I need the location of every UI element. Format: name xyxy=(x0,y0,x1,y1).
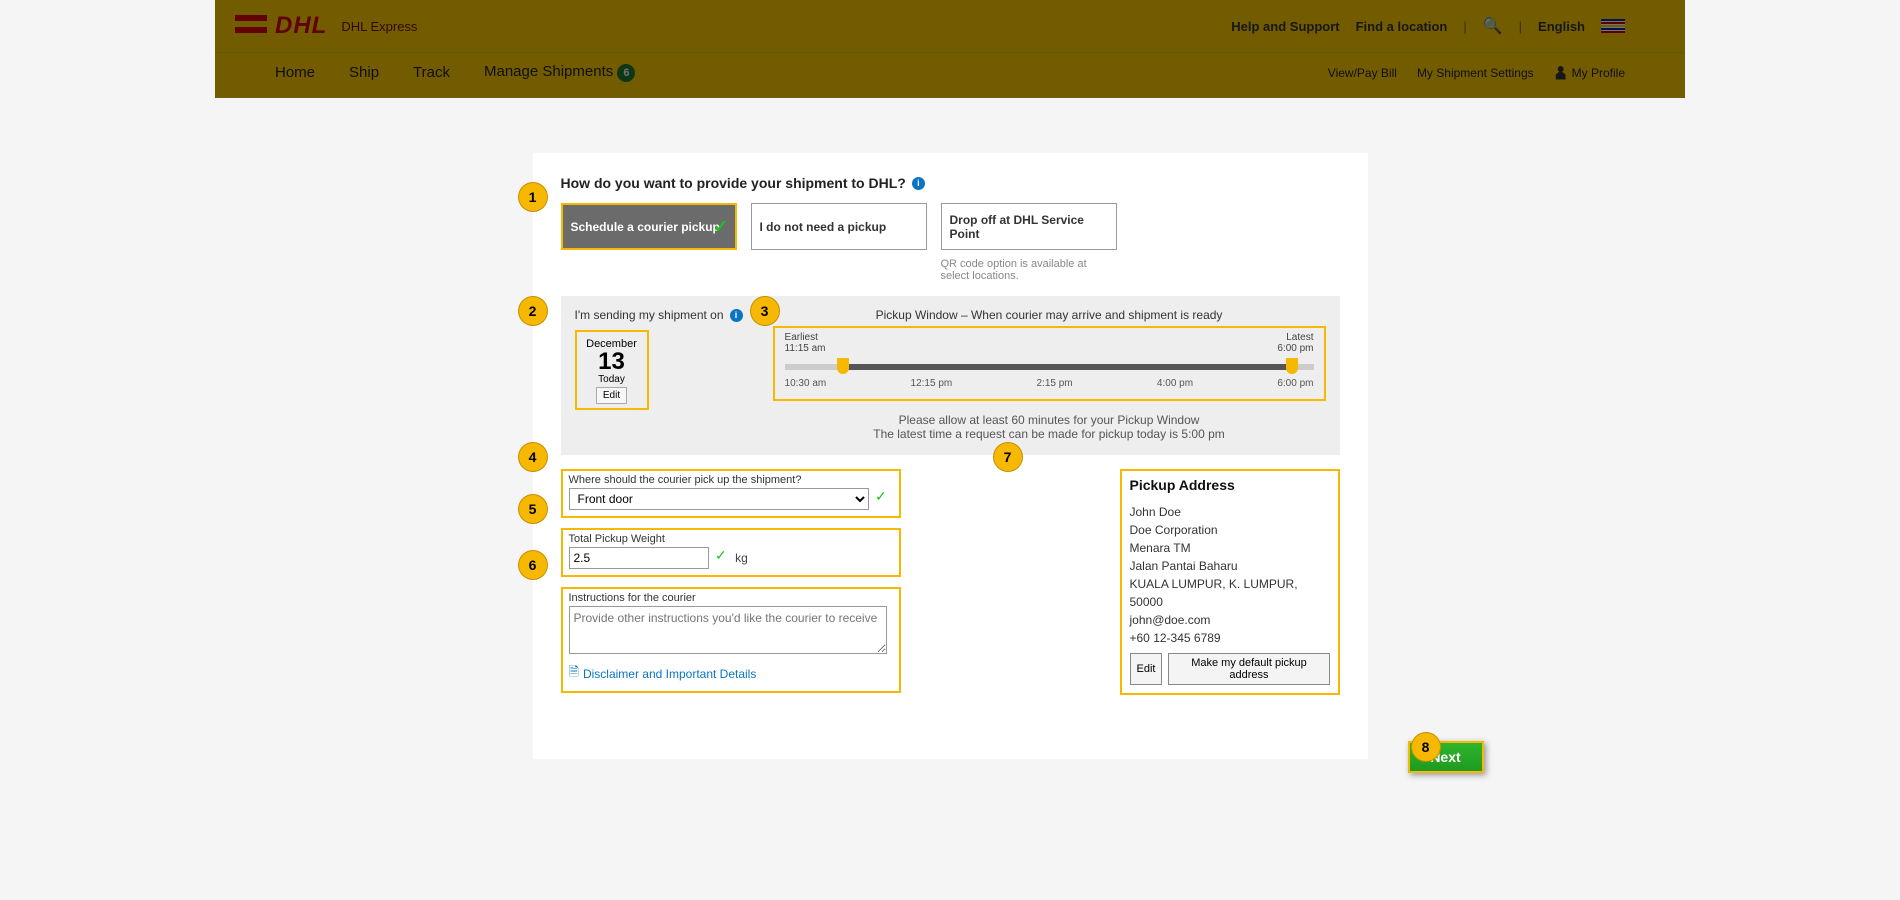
tick-label: 10:30 am xyxy=(785,378,827,389)
disclaimer-link[interactable]: 🗎 Disclaimer and Important Details xyxy=(569,663,757,685)
pickup-date: December 13 Today Edit xyxy=(575,330,649,410)
option-dropoff[interactable]: Drop off at DHL Service Point xyxy=(941,203,1117,250)
check-icon: ✓ xyxy=(715,547,727,563)
option-schedule-label: Schedule a courier pickup xyxy=(571,220,720,234)
weight-input[interactable] xyxy=(569,547,709,569)
date-label: I'm sending my shipment on xyxy=(575,308,724,322)
tick-label: 2:15 pm xyxy=(1037,378,1073,389)
option-no-pickup[interactable]: I do not need a pickup xyxy=(751,203,927,250)
tick-label: 6:00 pm xyxy=(1277,378,1313,389)
tick-label: 12:15 pm xyxy=(911,378,953,389)
document-icon: 🗎 xyxy=(569,663,579,685)
modal-title: How do you want to provide your shipment… xyxy=(561,175,906,191)
callout-8: 8 xyxy=(1412,733,1440,761)
callout-1: 1 xyxy=(519,183,547,211)
callout-5: 5 xyxy=(519,495,547,523)
option-schedule-pickup[interactable]: Schedule a courier pickup ✓ xyxy=(561,203,737,250)
instructions-input[interactable] xyxy=(569,606,887,654)
date-today: Today xyxy=(581,374,643,385)
latest-label: Latest xyxy=(1277,332,1313,343)
addr-building: Menara TM xyxy=(1130,539,1330,557)
pickup-location-select[interactable]: Front door xyxy=(569,488,869,510)
date-edit-button[interactable]: Edit xyxy=(596,387,627,404)
addr-name: John Doe xyxy=(1130,503,1330,521)
addr-citystate: KUALA LUMPUR, K. LUMPUR, 50000 xyxy=(1130,575,1330,611)
tick-label: 4:00 pm xyxy=(1157,378,1193,389)
address-edit-button[interactable]: Edit xyxy=(1130,653,1163,685)
addr-company: Doe Corporation xyxy=(1130,521,1330,539)
callout-6: 6 xyxy=(519,551,547,579)
pickup-location-label: Where should the courier pick up the shi… xyxy=(569,474,893,486)
callout-3: 3 xyxy=(751,297,779,325)
pickup-modal: How do you want to provide your shipment… xyxy=(533,153,1368,759)
callout-7: 7 xyxy=(994,443,1022,471)
qr-note: QR code option is available at select lo… xyxy=(941,258,1117,282)
addr-street: Jalan Pantai Baharu xyxy=(1130,557,1330,575)
date-day: 13 xyxy=(581,350,643,374)
window-note-1: Please allow at least 60 minutes for you… xyxy=(773,413,1326,427)
latest-value: 6:00 pm xyxy=(1277,343,1313,354)
callout-2: 2 xyxy=(519,297,547,325)
check-icon: ✓ xyxy=(875,488,887,504)
callout-4: 4 xyxy=(519,443,547,471)
make-default-address-button[interactable]: Make my default pickup address xyxy=(1168,653,1329,685)
pickup-window-label: Pickup Window – When courier may arrive … xyxy=(773,308,1326,322)
slider-handle-latest[interactable] xyxy=(1286,358,1298,374)
addr-phone: +60 12-345 6789 xyxy=(1130,629,1330,647)
disclaimer-label: Disclaimer and Important Details xyxy=(583,667,756,681)
info-icon[interactable]: i xyxy=(912,177,925,190)
option-noneed-label: I do not need a pickup xyxy=(760,220,887,234)
weight-label: Total Pickup Weight xyxy=(569,533,893,545)
info-icon[interactable]: i xyxy=(730,309,743,322)
pickup-address-title: Pickup Address xyxy=(1130,477,1330,493)
weight-unit: kg xyxy=(735,551,748,565)
earliest-value: 11:15 am xyxy=(785,343,826,354)
instructions-label: Instructions for the courier xyxy=(569,592,893,604)
slider-handle-earliest[interactable] xyxy=(837,358,849,374)
window-note-2: The latest time a request can be made fo… xyxy=(773,427,1326,441)
earliest-label: Earliest xyxy=(785,332,826,343)
option-dropoff-label: Drop off at DHL Service Point xyxy=(950,213,1108,241)
check-icon: ✓ xyxy=(713,216,728,237)
pickup-window-slider[interactable]: Earliest 11:15 am Latest 6:00 pm xyxy=(773,326,1326,401)
addr-email: john@doe.com xyxy=(1130,611,1330,629)
